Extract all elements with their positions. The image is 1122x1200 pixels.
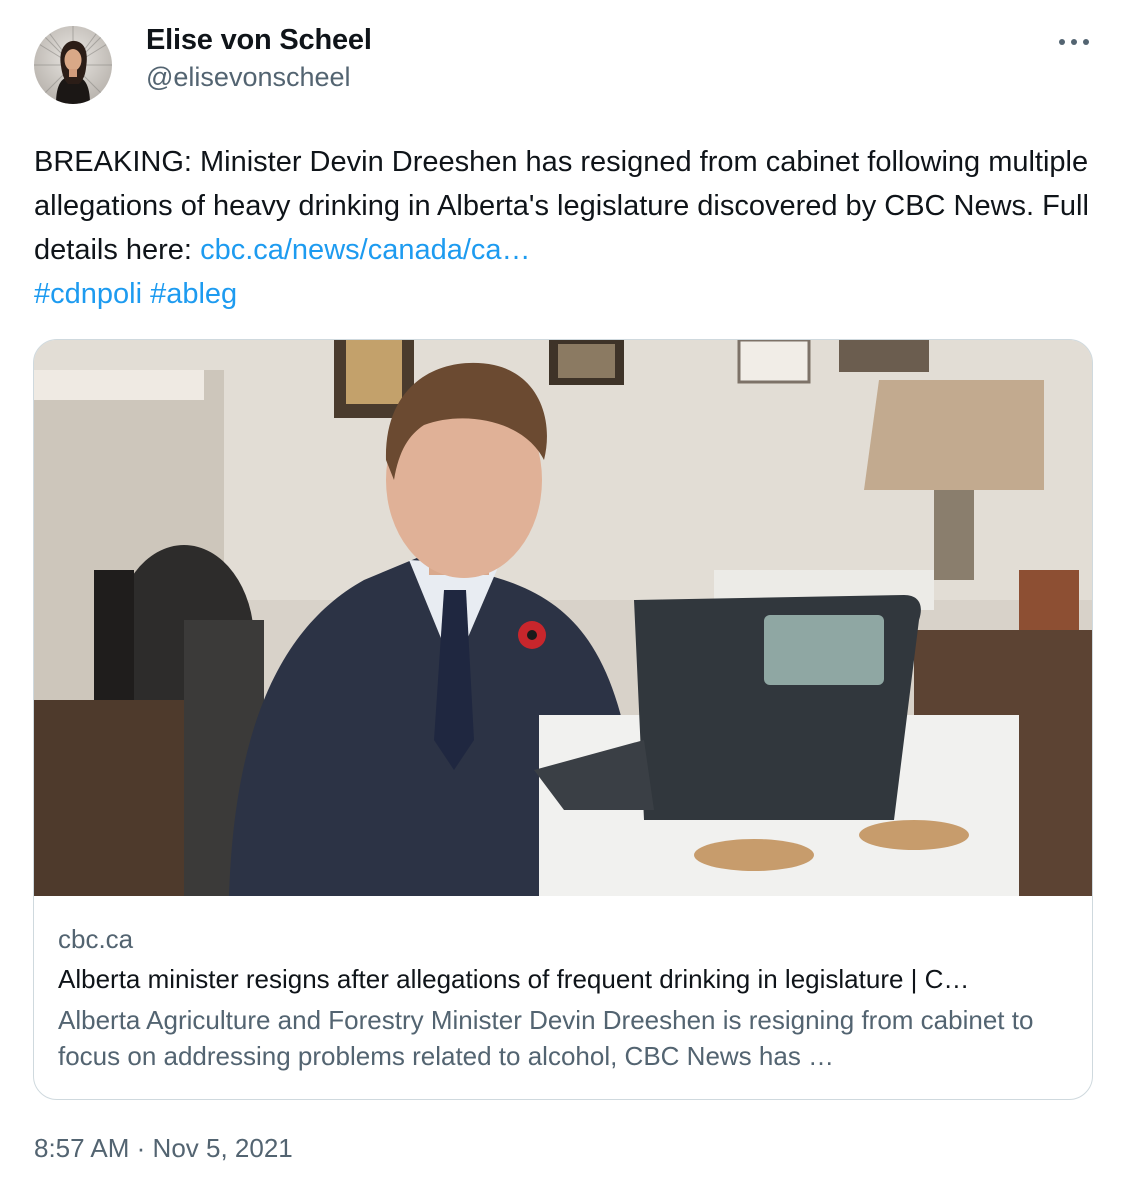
author-name[interactable]: Elise von Scheel <box>146 24 372 57</box>
tweet-body: BREAKING: Minister Devin Dreeshen has re… <box>34 146 1089 266</box>
tweet-timestamp[interactable]: 8:57 AM · Nov 5, 2021 <box>34 1133 293 1164</box>
article-photo <box>34 340 1092 896</box>
tweet-date[interactable]: Nov 5, 2021 <box>153 1133 293 1163</box>
tweet-time[interactable]: 8:57 AM <box>34 1133 129 1163</box>
card-description: Alberta Agriculture and Forestry Ministe… <box>58 1005 1034 1071</box>
avatar-image <box>34 26 112 104</box>
hashtag-ableg[interactable]: #ableg <box>150 278 237 310</box>
author-handle[interactable]: @elisevonscheel <box>146 62 351 93</box>
more-horizontal-icon <box>1059 39 1089 45</box>
tweet: Elise von Scheel @elisevonscheel BREAKIN… <box>0 0 1122 1200</box>
hashtag-cdnpoli[interactable]: #cdnpoli <box>34 278 142 310</box>
article-link[interactable]: cbc.ca/news/canada/ca… <box>200 234 530 266</box>
card-title[interactable]: Alberta minister resigns after allegatio… <box>58 962 1068 996</box>
link-preview-card[interactable]: cbc.ca Alberta minister resigns after al… <box>33 339 1093 1100</box>
card-meta: cbc.ca Alberta minister resigns after al… <box>58 922 1068 1074</box>
tweet-text: BREAKING: Minister Devin Dreeshen has re… <box>34 140 1104 316</box>
card-domain: cbc.ca <box>58 924 134 954</box>
timestamp-separator: · <box>136 1133 146 1163</box>
author-avatar[interactable] <box>34 26 112 104</box>
more-options-button[interactable] <box>1048 22 1100 62</box>
